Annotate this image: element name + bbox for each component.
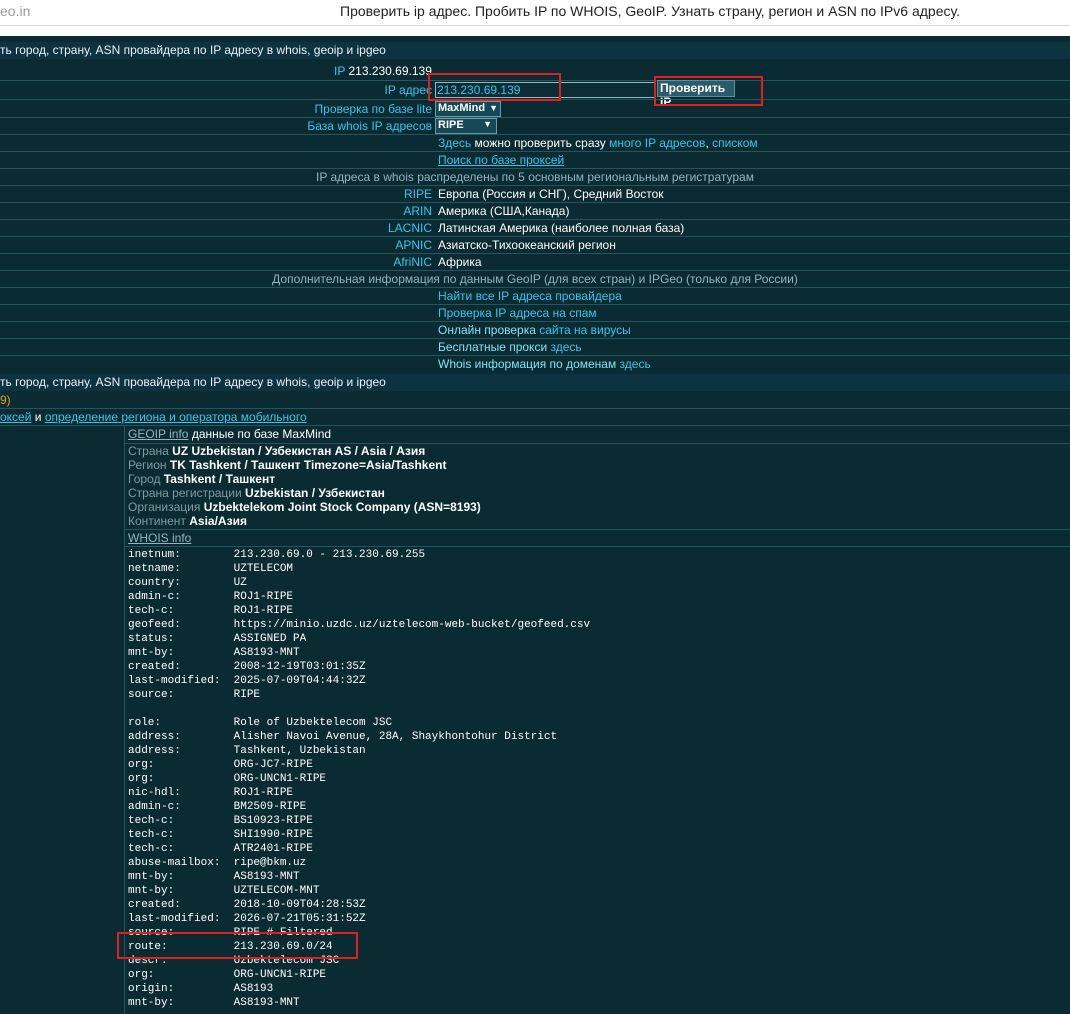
highlight-route: [117, 932, 358, 959]
paren-text: 9): [0, 393, 11, 407]
geoip-note-row: Дополнительная информация по данным GeoI…: [0, 271, 1070, 287]
mobile-region-link[interactable]: определение региона и оператора мобильно…: [45, 410, 307, 424]
highlight-check-button: [654, 76, 763, 106]
list-link[interactable]: списком: [712, 136, 758, 150]
registry-row: APNIC Азиатско-Тихоокеанский регион: [0, 237, 1070, 253]
geoip-region: Регион TK Tashkent / Ташкент Timezone=As…: [128, 458, 447, 472]
ip-value: 213.230.69.139: [348, 64, 432, 78]
registry-name[interactable]: AfriNIC: [393, 255, 432, 269]
geoip-organization: Организация Uzbektelekom Joint Stock Com…: [128, 500, 481, 514]
registry-desc: Европа (Россия и СНГ), Средний Восток: [438, 187, 664, 201]
registry-row: RIPE Европа (Россия и СНГ), Средний Вост…: [0, 186, 1070, 202]
spam-check-link[interactable]: Проверка IP адреса на спам: [438, 306, 597, 320]
registries-note: IP адреса в whois распределены по 5 осно…: [316, 170, 754, 184]
extra-link-row: Проверка IP адреса на спам: [0, 305, 1070, 321]
highlight-ip-input: [428, 73, 561, 101]
whois-db-row: База whois IP адресов RIPE ▼: [0, 118, 1070, 134]
browser-tab-bar: eo.in Проверить ip адрес. Пробить IP по …: [0, 0, 1070, 26]
chevron-down-icon: ▼: [483, 119, 492, 129]
many-ips-row: Здесь можно проверить сразу много IP адр…: [0, 135, 1070, 151]
site-domain[interactable]: eo.in: [0, 3, 30, 19]
registry-desc: Америка (США,Канада): [438, 204, 570, 218]
ip-address-label: IP адрес: [384, 83, 432, 97]
registry-name[interactable]: LACNIC: [388, 221, 432, 235]
provider-ips-link[interactable]: Найти все IP адреса провайдера: [438, 289, 622, 303]
page-title: Проверить ip адрес. Пробить IP по WHOIS,…: [340, 3, 960, 19]
registry-name[interactable]: APNIC: [395, 238, 432, 252]
proxy-search-row: Поиск по базе проксей: [0, 152, 1070, 168]
extra-link-row: Онлайн проверка сайта на вирусы: [438, 323, 631, 337]
proxies-link[interactable]: оксей: [0, 410, 31, 424]
paren-row: 9): [0, 392, 1070, 408]
lite-db-select[interactable]: MaxMind ▼: [435, 101, 501, 117]
extra-link-row: Найти все IP адреса провайдера: [0, 288, 1070, 304]
registry-name[interactable]: ARIN: [403, 204, 432, 218]
domain-whois-link[interactable]: Whois информация по доменам: [438, 357, 616, 371]
registry-row: LACNIC Латинская Америка (наиболее полна…: [0, 220, 1070, 236]
section-header-2: ть город, страну, ASN провайдера по IP а…: [0, 374, 1070, 391]
proxy-search-link[interactable]: Поиск по базе проксей: [438, 153, 564, 167]
whois-db-select[interactable]: RIPE ▼: [435, 118, 497, 134]
chevron-down-icon: ▼: [489, 103, 498, 113]
lite-db-label: Проверка по базе lite: [314, 102, 432, 116]
geoip-note: Дополнительная информация по данным GeoI…: [272, 272, 798, 286]
lite-db-row: Проверка по базе lite MaxMind ▼: [0, 101, 1070, 117]
registry-name[interactable]: RIPE: [404, 187, 432, 201]
registry-desc: Африка: [438, 255, 482, 269]
many-ips-text: Здесь можно проверить сразу много IP адр…: [438, 136, 758, 150]
geoip-city: Город Tashkent / Ташкент: [128, 472, 276, 486]
whois-info-header: WHOIS info: [128, 531, 191, 545]
geoip-country: Страна UZ Uzbekistan / Узбекистан AS / A…: [128, 444, 426, 458]
ip-caption: IP 213.230.69.139: [334, 64, 432, 78]
extra-link-row: Whois информация по доменам здесь: [438, 357, 651, 371]
registry-desc: Азиатско-Тихоокеанский регион: [438, 238, 616, 252]
whois-db-label: База whois IP адресов: [307, 119, 432, 133]
geoip-info-link[interactable]: GEOIP info: [128, 427, 188, 441]
geoip-reg-country: Страна регистрации Uzbekistan / Узбекист…: [128, 486, 385, 500]
free-proxy-link[interactable]: Бесплатные прокси: [438, 340, 547, 354]
many-ips-link[interactable]: много IP адресов: [606, 136, 705, 150]
geoip-info-header: GEOIP info данные по базе MaxMind: [128, 427, 332, 441]
proxies-row: оксей и определение региона и оператора …: [0, 410, 307, 424]
main-page: ть город, страну, ASN провайдера по IP а…: [0, 36, 1070, 1014]
virus-check-link[interactable]: Онлайн проверка: [438, 323, 536, 337]
extra-link-row: Бесплатные прокси здесь: [438, 340, 582, 354]
registry-row: ARIN Америка (США,Канада): [0, 203, 1070, 219]
whois-info-link[interactable]: WHOIS info: [128, 531, 191, 545]
geoip-continent: Континент Asia/Азия: [128, 514, 247, 528]
registry-desc: Латинская Америка (наиболее полная база): [438, 221, 685, 235]
registries-note-row: IP адреса в whois распределены по 5 осно…: [0, 169, 1070, 185]
section-header: ть город, страну, ASN провайдера по IP а…: [0, 42, 1070, 59]
registry-row: AfriNIC Африка: [0, 254, 1070, 270]
